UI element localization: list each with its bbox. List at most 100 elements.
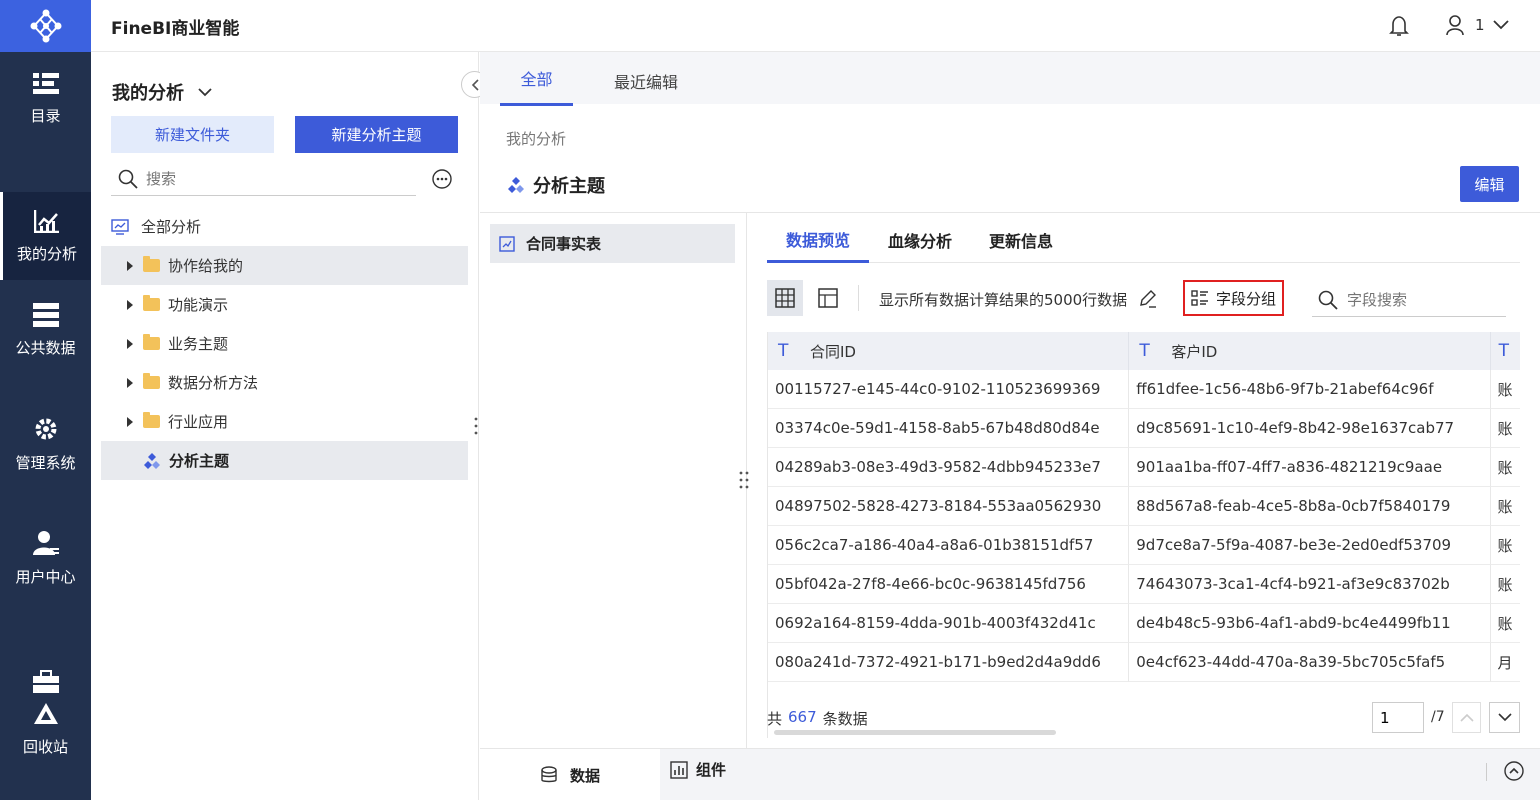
new-folder-button[interactable]: 新建文件夹 xyxy=(111,116,274,153)
subject-title: 分析主题 xyxy=(533,176,605,197)
nav-item-my-analysis[interactable]: 我的分析 xyxy=(0,192,91,280)
tree-label: 行业应用 xyxy=(168,413,229,431)
page-title: 分析主题 xyxy=(507,172,605,198)
column-header-partial[interactable]: T xyxy=(1490,332,1520,370)
table-cell: 080a241d-7372-4921-b171-b9ed2d4a9dd6 xyxy=(768,643,1130,682)
tab-all[interactable]: 全部 xyxy=(500,52,573,106)
expand-arrow-icon[interactable] xyxy=(127,377,133,388)
field-group-icon xyxy=(1191,290,1208,306)
expand-arrow-icon[interactable] xyxy=(127,338,133,349)
tab-update-info[interactable]: 更新信息 xyxy=(989,228,1053,252)
bottom-tab-data[interactable]: 数据 xyxy=(480,749,660,801)
app-logo[interactable] xyxy=(0,0,91,52)
folder-icon xyxy=(143,412,160,428)
search-input[interactable] xyxy=(146,170,396,188)
table-cell: 9d7ce8a7-5f9a-4087-be3e-2ed0edf53709 xyxy=(1129,526,1491,565)
tree-item-business[interactable]: 业务主题 xyxy=(101,324,468,363)
grid-view-button[interactable] xyxy=(767,280,803,316)
side-nav: 目录 我的分析 公共数据 管理系统 用户中心 回收站 xyxy=(0,0,91,800)
table-row[interactable]: 0692a164-8159-4dda-901b-4003f432d41c de4b… xyxy=(768,604,1520,643)
layout-view-button[interactable] xyxy=(810,280,846,316)
edit-pencil-icon[interactable] xyxy=(1138,289,1157,308)
tree-label: 分析主题 xyxy=(169,452,230,470)
nav-label-catalog: 目录 xyxy=(30,106,61,125)
table-row[interactable]: 080a241d-7372-4921-b171-b9ed2d4a9dd6 0e4c… xyxy=(768,643,1520,682)
resize-handle-icon[interactable] xyxy=(738,470,750,490)
nav-item-public-data[interactable]: 公共数据 xyxy=(0,284,91,376)
tab-recent[interactable]: 最近编辑 xyxy=(614,69,678,93)
table-cell: 00115727-e145-44c0-9102-110523699369 xyxy=(768,370,1130,409)
panel-title-dropdown[interactable]: 我的分析 xyxy=(112,79,212,105)
tree-item-shared[interactable]: 协作给我的 xyxy=(101,246,468,285)
tab-data-preview[interactable]: 数据预览 xyxy=(767,217,869,263)
public-data-icon xyxy=(32,302,59,327)
nav-item-user-center[interactable]: 用户中心 xyxy=(0,512,91,604)
user-menu[interactable]: 1 xyxy=(1445,14,1509,36)
bottom-divider xyxy=(1486,763,1487,781)
nav-item-catalog[interactable]: 目录 xyxy=(0,52,91,144)
nav-item-recycle[interactable]: 回收站 xyxy=(0,658,91,768)
field-search-box[interactable] xyxy=(1312,283,1506,317)
field-group-button[interactable]: 字段分组 xyxy=(1183,280,1284,316)
expand-up-icon[interactable] xyxy=(1504,761,1524,781)
top-bar: FineBI商业智能 1 xyxy=(91,0,1540,52)
folder-icon xyxy=(143,373,160,389)
column-header-customer-id[interactable]: T 客户ID xyxy=(1129,332,1491,370)
table-cell: de4b48c5-93b6-4af1-abd9-bc4e4499fb11 xyxy=(1129,604,1491,643)
table-row[interactable]: 056c2ca7-a186-40a4-a8a6-01b38151df57 9d7c… xyxy=(768,526,1520,565)
table-cell: 74643073-3ca1-4cf4-b921-af3e9c83702b xyxy=(1129,565,1491,604)
toolbar-divider xyxy=(858,285,859,311)
bottom-tab-data-label: 数据 xyxy=(569,766,600,785)
tree-item-subject[interactable]: 分析主题 xyxy=(101,441,468,480)
toolbox-icon xyxy=(32,669,59,693)
tree-label: 功能演示 xyxy=(168,296,229,314)
column-label: 合同ID xyxy=(810,342,856,361)
expand-arrow-icon[interactable] xyxy=(127,299,133,310)
divider xyxy=(767,262,1520,263)
folder-icon xyxy=(143,295,160,311)
new-subject-button[interactable]: 新建分析主题 xyxy=(295,116,458,153)
row-info-text: 显示所有数据计算结果的5000行数据 xyxy=(879,291,1128,309)
logo-icon xyxy=(30,9,61,43)
field-search-input[interactable] xyxy=(1347,290,1497,309)
page-up-button[interactable] xyxy=(1452,702,1481,733)
expand-arrow-icon[interactable] xyxy=(127,416,133,427)
breadcrumb[interactable]: 我的分析 xyxy=(506,128,566,149)
text-type-icon: T xyxy=(1498,341,1510,361)
tree-item-demo[interactable]: 功能演示 xyxy=(101,285,468,324)
subject-icon xyxy=(144,452,160,469)
expand-arrow-icon[interactable] xyxy=(127,260,133,271)
column-header-contract-id[interactable]: T 合同ID xyxy=(768,332,1130,370)
table-item-contract[interactable]: 合同事实表 xyxy=(490,224,735,263)
table-cell: 05bf042a-27f8-4e66-bc0c-9638145fd756 xyxy=(768,565,1130,604)
tab-lineage[interactable]: 血缘分析 xyxy=(888,228,952,252)
table-cell: 04897502-5828-4273-8184-553aa0562930 xyxy=(768,487,1130,526)
search-box[interactable] xyxy=(111,163,416,196)
table-row[interactable]: 03374c0e-59d1-4158-8ab5-67b48d80d84e d9c8… xyxy=(768,409,1520,448)
more-options-icon[interactable] xyxy=(432,169,452,189)
bell-icon[interactable] xyxy=(1389,15,1409,37)
tree-item-all[interactable]: 全部分析 xyxy=(101,207,468,246)
table-row[interactable]: 05bf042a-27f8-4e66-bc0c-9638145fd756 7464… xyxy=(768,565,1520,604)
folder-icon xyxy=(143,334,160,350)
table-cell: 88d567a8-feab-4ce5-8b8a-0cb7f5840179 xyxy=(1129,487,1491,526)
tree-item-methods[interactable]: 数据分析方法 xyxy=(101,363,468,402)
chevron-down-icon xyxy=(1492,20,1509,30)
edit-button[interactable]: 编辑 xyxy=(1460,166,1519,202)
page-input[interactable] xyxy=(1372,702,1424,733)
tree-item-industry[interactable]: 行业应用 xyxy=(101,402,468,441)
table-row[interactable]: 04289ab3-08e3-49d3-9582-4dbb945233e7 901a… xyxy=(768,448,1520,487)
table-cell: 0e4cf623-44dd-470a-8a39-5bc705c5faf5 xyxy=(1129,643,1491,682)
table-row[interactable]: 00115727-e145-44c0-9102-110523699369 ff61… xyxy=(768,370,1520,409)
page-down-button[interactable] xyxy=(1489,702,1520,733)
horizontal-scrollbar[interactable] xyxy=(774,730,1056,735)
database-icon xyxy=(541,766,557,783)
analysis-icon xyxy=(34,209,59,233)
table-row[interactable]: 04897502-5828-4273-8184-553aa0562930 88d5… xyxy=(768,487,1520,526)
nav-label-recycle: 回收站 xyxy=(22,737,68,756)
monitor-chart-icon xyxy=(111,218,129,235)
nav-label-user-center: 用户中心 xyxy=(15,567,76,586)
nav-item-management[interactable]: 管理系统 xyxy=(0,398,91,490)
search-icon xyxy=(1318,290,1338,310)
bottom-tab-component[interactable]: 组件 xyxy=(670,759,726,780)
